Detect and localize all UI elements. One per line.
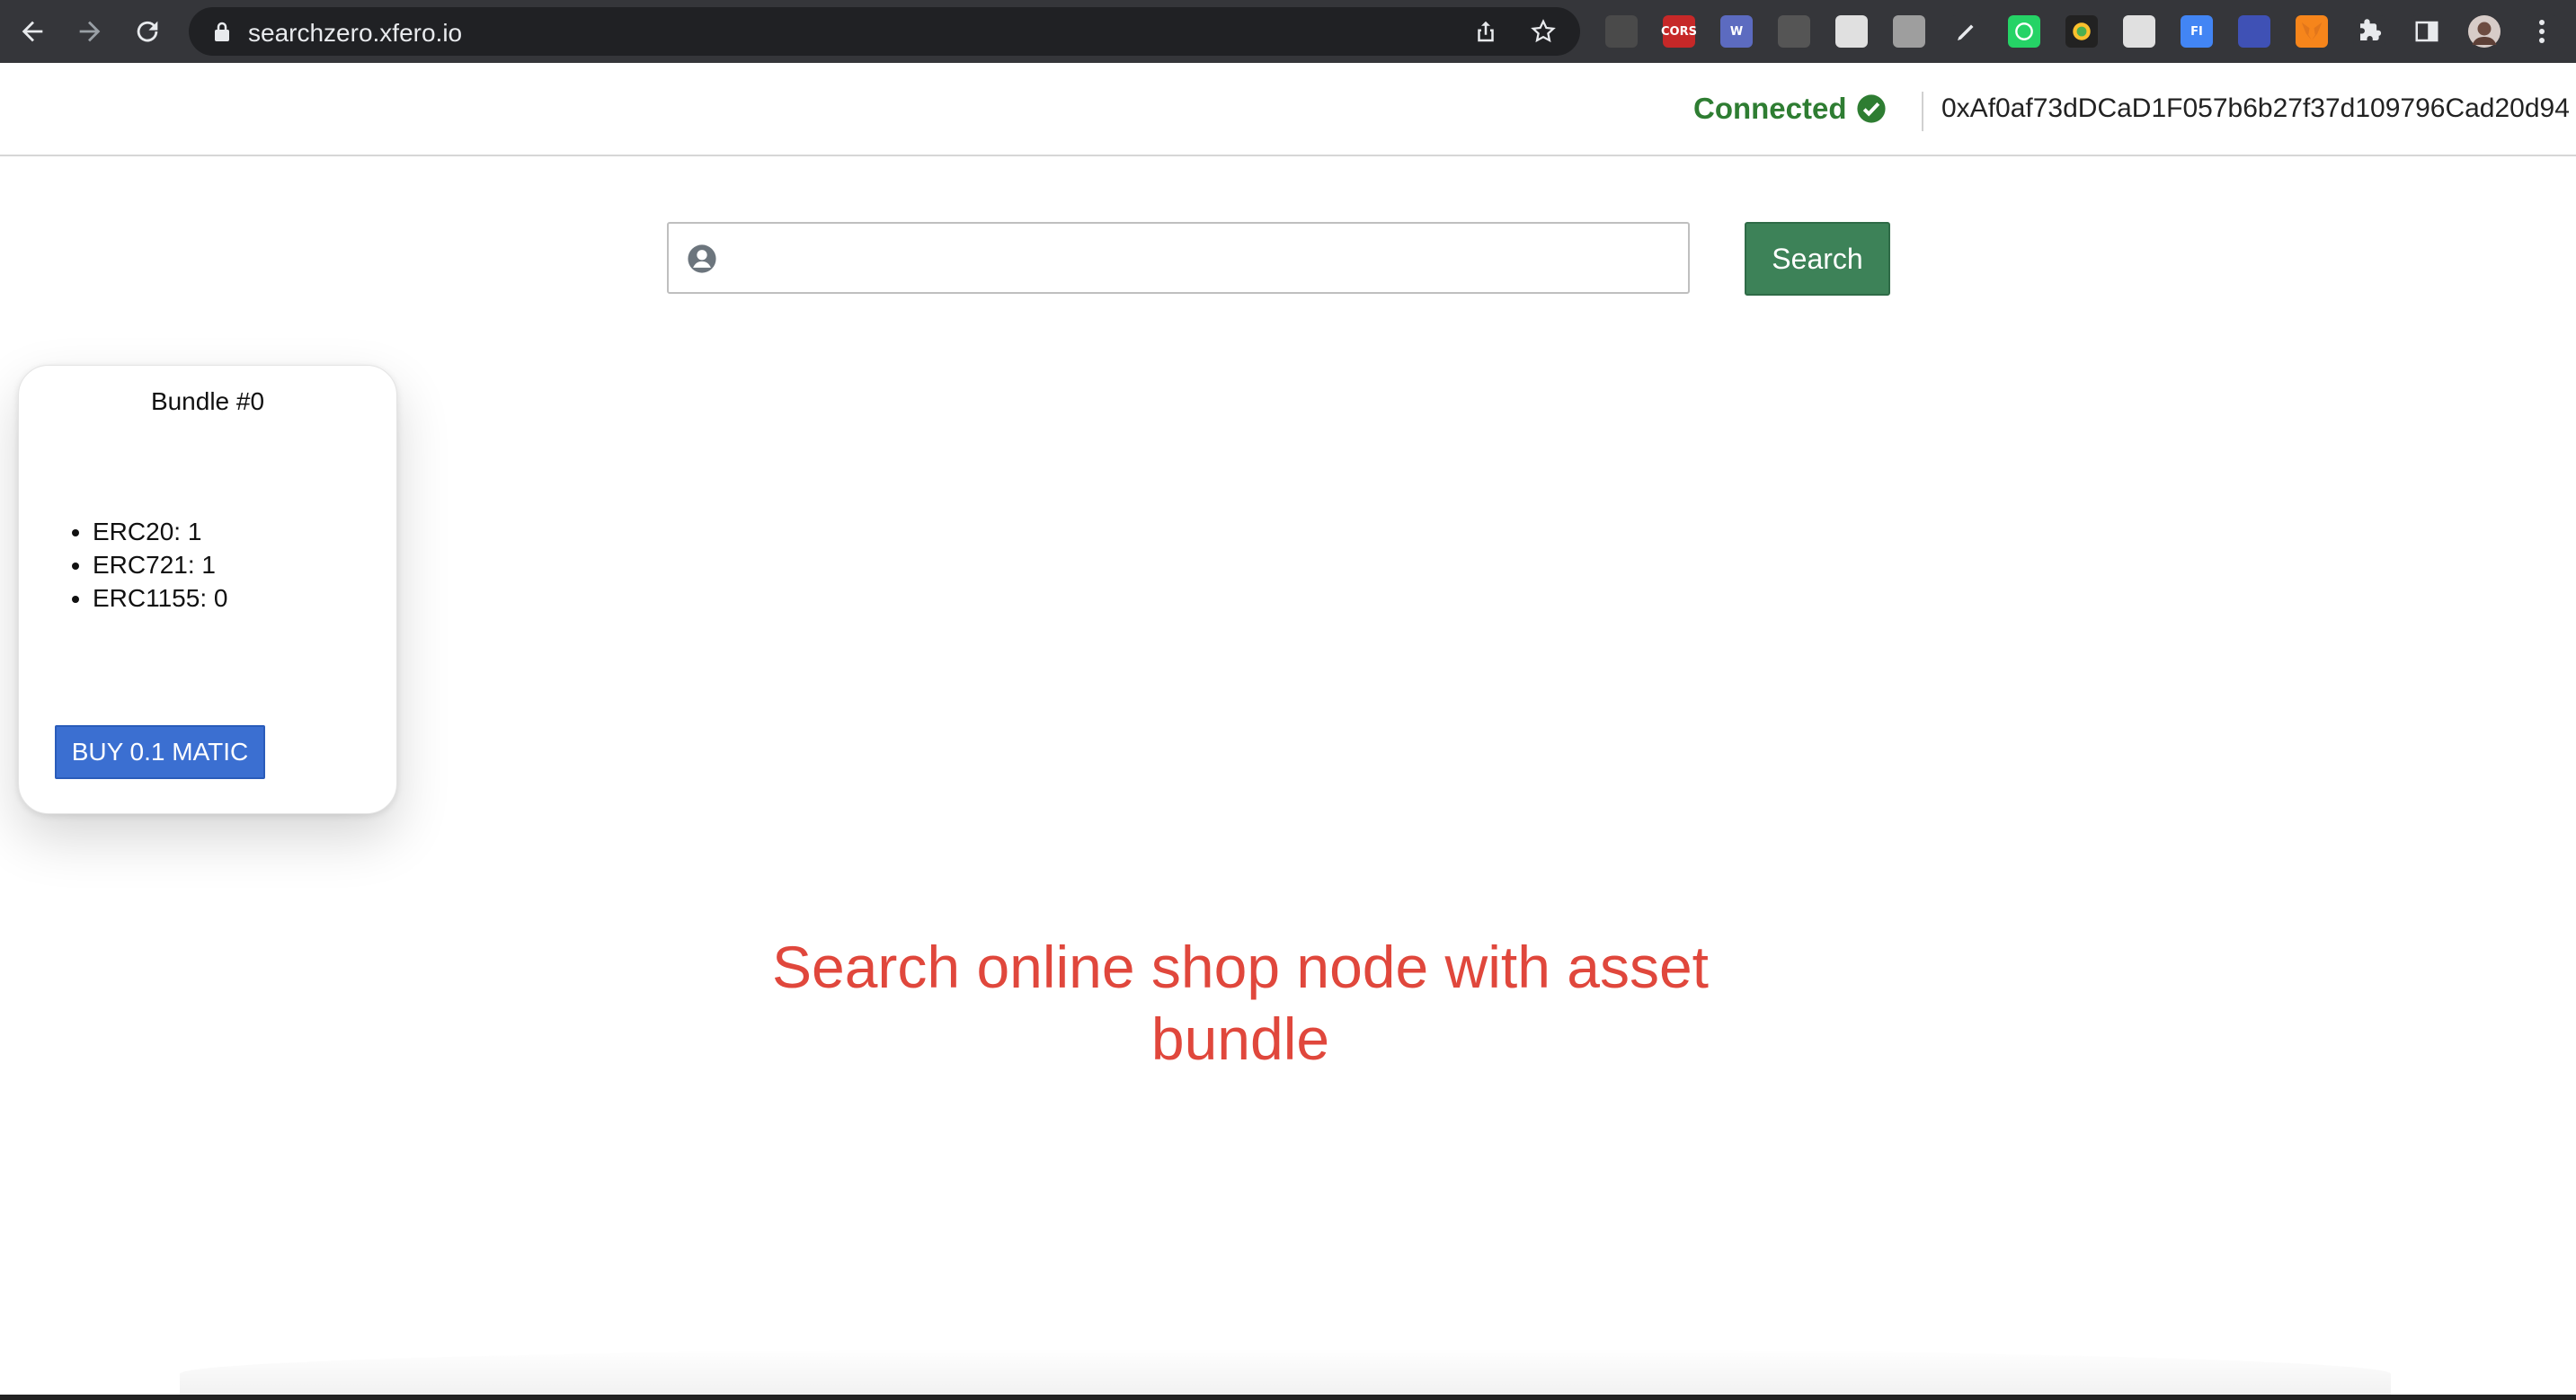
tagline: Search online shop node with asset bundl… (683, 931, 1798, 1075)
browser-toolbar: searchzero.xfero.io CORS W FI (0, 0, 2576, 63)
bundle-title: Bundle #0 (150, 387, 265, 415)
ext-color-icon[interactable] (2065, 15, 2098, 48)
list-item: ERC1155: 0 (93, 581, 227, 615)
ext-whatsapp-icon[interactable] (2008, 15, 2040, 48)
app-header: Connected 0xAf0af73dDCaD1F057b6b27f37d10… (0, 63, 2576, 156)
list-item: ERC20: 1 (93, 515, 227, 548)
url-text: searchzero.xfero.io (248, 19, 463, 47)
window-bottom-edge (0, 1395, 2576, 1400)
ext-pen-icon[interactable] (1950, 15, 1983, 48)
tagline-line-1: Search online shop node with asset (771, 934, 1709, 1000)
search-button[interactable]: Search (1745, 222, 1890, 296)
user-circle-icon (688, 244, 716, 273)
profile-avatar[interactable] (2468, 15, 2500, 48)
connection-status: Connected (1693, 92, 1887, 126)
buy-button[interactable]: BUY 0.1 MATIC (55, 725, 265, 779)
ext-metamask-icon[interactable] (2296, 15, 2328, 48)
list-item: ERC721: 1 (93, 548, 227, 581)
ext-circle-icon[interactable] (1835, 15, 1868, 48)
ext-fi-icon[interactable]: FI (2181, 15, 2213, 48)
bundle-card: Bundle #0 ERC20: 1 ERC721: 1 ERC1155: 0 … (18, 365, 397, 814)
wallet-address[interactable]: 0xAf0af73dDCaD1F057b6b27f37d109796Cad20d… (1941, 93, 2570, 124)
address-bar[interactable]: searchzero.xfero.io (189, 7, 1580, 56)
back-icon[interactable] (13, 12, 52, 51)
ext-web3-icon[interactable]: W (1720, 15, 1753, 48)
ext-tab-icon[interactable] (1778, 15, 1810, 48)
header-divider (1922, 92, 1923, 131)
connection-status-label: Connected (1693, 92, 1847, 125)
bundle-asset-list: ERC20: 1 ERC721: 1 ERC1155: 0 (62, 515, 227, 615)
ext-stack-icon[interactable] (1605, 15, 1638, 48)
menu-kebab-icon[interactable] (2526, 15, 2558, 48)
ext-cors-icon[interactable]: CORS (1661, 15, 1697, 48)
ext-book-icon[interactable] (2238, 15, 2270, 48)
reload-icon[interactable] (128, 12, 167, 51)
ext-chat-icon[interactable] (2123, 15, 2155, 48)
ext-asterisk-icon[interactable] (1893, 15, 1925, 48)
search-input[interactable] (732, 233, 1679, 285)
tagline-line-2: bundle (1150, 1006, 1330, 1072)
share-icon[interactable] (1472, 18, 1499, 45)
search-field[interactable] (667, 222, 1690, 294)
check-circle-icon (1856, 94, 1886, 123)
forward-icon[interactable] (70, 12, 110, 51)
bottom-shadow (180, 1348, 2391, 1400)
bookmark-star-icon[interactable] (1530, 18, 1557, 45)
ext-puzzle-icon[interactable] (2353, 15, 2385, 48)
ext-sidepanel-icon[interactable] (2411, 15, 2443, 48)
lock-icon (215, 22, 229, 41)
